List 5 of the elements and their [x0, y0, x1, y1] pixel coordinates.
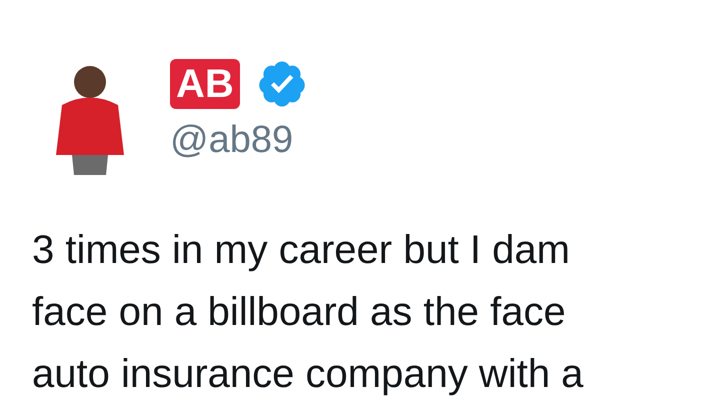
user-handle[interactable]: @ab89	[170, 118, 308, 162]
tweet-text-line: face on a billboard as the face	[32, 289, 567, 336]
display-name[interactable]: AB	[170, 59, 240, 109]
tweet-text-line: auto insurance company with a	[32, 351, 584, 398]
tweet-text-line: 3 times in my career but I dam	[32, 227, 571, 274]
